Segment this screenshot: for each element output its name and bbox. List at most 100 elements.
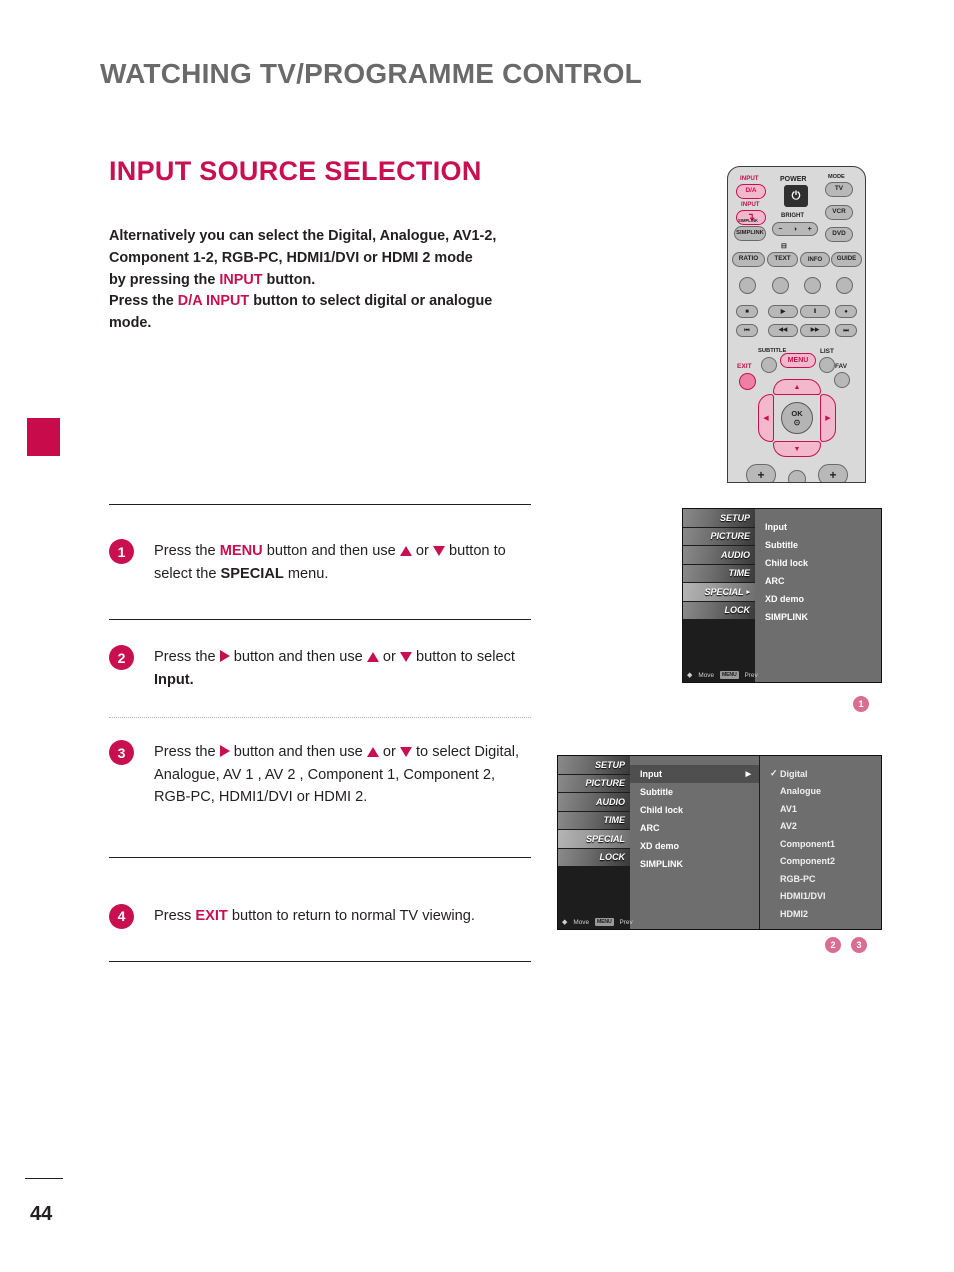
- remote-button-channel-up[interactable]: +: [818, 464, 848, 482]
- osd2-option-analogue[interactable]: Analogue: [770, 783, 881, 801]
- remote-button-color-1[interactable]: [739, 277, 756, 294]
- osd1-category-time[interactable]: TIME: [683, 564, 755, 583]
- remote-button-next-track[interactable]: ⏭: [835, 324, 857, 337]
- osd2-category-setup[interactable]: SETUP: [558, 756, 630, 775]
- step-4-badge: 4: [109, 903, 134, 929]
- osd2-item-subtitle[interactable]: Subtitle: [640, 783, 759, 801]
- osd-screenshot-special-menu: SETUP PICTURE AUDIO TIME SPECIAL ▸ LOCK ◆…: [682, 508, 882, 683]
- osd1-category-audio[interactable]: AUDIO: [683, 546, 755, 565]
- step-4-exit-keyword: EXIT: [195, 907, 228, 924]
- remote-button-guide[interactable]: GUIDE: [831, 252, 862, 267]
- remote-button-play[interactable]: ▶: [768, 305, 798, 318]
- osd2-footer-prev: Prev: [619, 918, 633, 926]
- osd2-item-arc[interactable]: ARC: [640, 819, 759, 837]
- remote-button-rewind[interactable]: ◀◀: [768, 324, 798, 337]
- osd2-category-lock[interactable]: LOCK: [558, 848, 630, 867]
- osd1-category-lock[interactable]: LOCK: [683, 601, 755, 620]
- step-2-text: Press the button and then use or button …: [154, 645, 531, 691]
- remote-button-mute[interactable]: [788, 470, 806, 482]
- remote-button-list[interactable]: [819, 357, 835, 373]
- osd1-item-child-lock[interactable]: Child lock: [765, 554, 881, 572]
- osd2-option-digital[interactable]: ✓ Digital: [770, 765, 881, 783]
- remote-dpad-right[interactable]: ▶: [820, 394, 836, 442]
- remote-button-ok[interactable]: OK ⊙: [781, 402, 813, 434]
- remote-button-previous-track[interactable]: ⏮: [736, 324, 758, 337]
- osd2-category-audio[interactable]: AUDIO: [558, 793, 630, 812]
- step-3-badge: 3: [109, 740, 134, 765]
- down-arrow-icon: [399, 652, 412, 662]
- osd1-item-xd-demo[interactable]: XD demo: [765, 590, 881, 608]
- remote-button-ratio[interactable]: RATIO: [732, 252, 765, 267]
- steps-list: 1 Press the MENU button and then use or …: [109, 504, 531, 962]
- step-3-part-3: or: [378, 744, 400, 760]
- osd2-category-column: SETUP PICTURE AUDIO TIME SPECIAL LOCK ◆ …: [558, 756, 633, 929]
- remote-dpad-up[interactable]: ▲: [773, 379, 821, 395]
- brightness-icon: ◑: [792, 225, 798, 233]
- osd-screenshot-input-submenu: SETUP PICTURE AUDIO TIME SPECIAL LOCK ◆ …: [557, 755, 882, 930]
- intro-da-input-keyword: D/A INPUT: [177, 293, 250, 310]
- remote-button-menu[interactable]: MENU: [780, 353, 816, 368]
- remote-button-color-4[interactable]: [836, 277, 853, 294]
- remote-label-input-second: INPUT: [741, 201, 760, 208]
- osd2-option-component2[interactable]: Component2: [770, 853, 881, 871]
- osd1-item-simplink[interactable]: SIMPLINK: [765, 608, 881, 626]
- step-1: 1 Press the MENU button and then use or …: [109, 539, 531, 585]
- dpad-glyph-icon: ◆: [562, 919, 568, 926]
- osd2-item-child-lock[interactable]: Child lock: [640, 801, 759, 819]
- remote-button-dvd[interactable]: DVD: [825, 227, 853, 242]
- osd2-option-av2-label: AV2: [780, 821, 797, 832]
- remote-button-simplink[interactable]: SIMPLINK: [734, 226, 766, 241]
- remote-button-pause[interactable]: ‖: [800, 305, 830, 318]
- remote-button-power[interactable]: ⏻: [784, 185, 808, 207]
- osd1-step-marker-1: 1: [853, 696, 869, 712]
- intro-line-1: Alternatively you can select the Digital…: [109, 228, 497, 244]
- remote-button-vcr[interactable]: VCR: [825, 205, 853, 220]
- osd2-category-special[interactable]: SPECIAL: [558, 830, 630, 849]
- osd2-option-av2[interactable]: AV2: [770, 818, 881, 836]
- osd2-item-xd-demo[interactable]: XD demo: [640, 837, 759, 855]
- remote-button-text[interactable]: TEXT: [767, 252, 798, 267]
- osd2-option-component1-label: Component1: [780, 838, 835, 849]
- osd2-category-time[interactable]: TIME: [558, 811, 630, 830]
- osd1-item-arc[interactable]: ARC: [765, 572, 881, 590]
- chevron-right-icon: ▸: [746, 588, 750, 596]
- down-arrow-icon: [432, 546, 445, 556]
- remote-button-subtitle[interactable]: [761, 357, 777, 373]
- osd1-category-picture[interactable]: PICTURE: [683, 527, 755, 546]
- remote-button-record[interactable]: ●: [835, 305, 857, 318]
- osd2-option-component1[interactable]: Component1: [770, 835, 881, 853]
- remote-ok-label: OK: [791, 409, 803, 418]
- osd2-item-input[interactable]: Input ▶: [630, 765, 759, 783]
- remote-button-exit[interactable]: [739, 373, 756, 390]
- ok-target-icon: ⊙: [793, 418, 801, 427]
- osd2-option-hdmi2[interactable]: HDMI2: [770, 905, 881, 923]
- remote-button-da[interactable]: D/A: [736, 184, 766, 199]
- remote-button-volume-up[interactable]: +: [746, 464, 776, 482]
- osd2-item-simplink[interactable]: SIMPLINK: [640, 855, 759, 873]
- osd1-item-subtitle[interactable]: Subtitle: [765, 536, 881, 554]
- remote-dpad: ▲ ▼ ◀ ▶ OK ⊙: [758, 379, 836, 457]
- remote-button-fav[interactable]: [834, 372, 850, 388]
- osd1-item-input[interactable]: Input: [765, 518, 881, 536]
- remote-button-color-2[interactable]: [772, 277, 789, 294]
- remote-button-stop[interactable]: ■: [736, 305, 758, 318]
- osd1-category-setup[interactable]: SETUP: [683, 509, 755, 528]
- osd1-footer-prev: Prev: [744, 671, 758, 679]
- remote-button-tv[interactable]: TV: [825, 182, 853, 197]
- osd2-option-rgb-pc[interactable]: RGB-PC: [770, 870, 881, 888]
- osd2-option-hdmi1-dvi[interactable]: HDMI1/DVI: [770, 888, 881, 906]
- osd2-category-picture[interactable]: PICTURE: [558, 774, 630, 793]
- remote-control-illustration: INPUT D/A INPUT ↴ POWER ⏻ MODE TV VCR DV…: [727, 166, 866, 483]
- remote-dpad-down[interactable]: ▼: [773, 441, 821, 457]
- intro-input-keyword: INPUT: [219, 271, 263, 288]
- remote-dpad-left[interactable]: ◀: [758, 394, 774, 442]
- osd2-option-list: ✓ Digital Analogue AV1 AV2 Component1 Com…: [759, 756, 881, 929]
- osd2-option-av1[interactable]: AV1: [770, 800, 881, 818]
- step-4-text: Press EXIT button to return to normal TV…: [154, 904, 475, 928]
- osd1-category-special[interactable]: SPECIAL ▸: [683, 583, 755, 602]
- remote-button-color-3[interactable]: [804, 277, 821, 294]
- remote-label-simplink-logo: SIMPLINK: [738, 218, 759, 223]
- remote-button-info[interactable]: INFO: [800, 252, 830, 267]
- remote-button-bright[interactable]: − ◑ +: [772, 222, 818, 236]
- remote-button-fast-forward[interactable]: ▶▶: [800, 324, 830, 337]
